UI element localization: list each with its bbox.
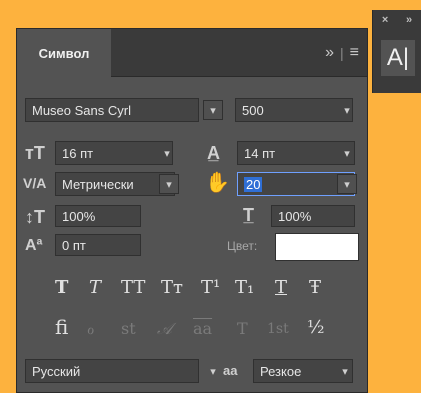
panel-title-icons: » | ≡ [325, 44, 359, 62]
chevron-down-icon[interactable]: ▾ [203, 100, 223, 120]
collapse-icon[interactable]: » [325, 44, 334, 62]
close-icon[interactable]: × [382, 14, 388, 26]
strikethrough-button[interactable]: Ŧ [309, 277, 321, 298]
kerning-dropdown[interactable]: Метрически [55, 172, 175, 196]
faux-italic-button[interactable]: T [89, 277, 101, 298]
text-color-swatch[interactable] [275, 233, 359, 261]
faux-bold-button[interactable]: T [55, 277, 68, 298]
vertical-scale-value: 100% [62, 208, 96, 224]
ligatures-button[interactable]: ﬁ [55, 315, 68, 339]
expand-icon[interactable]: » [406, 14, 412, 26]
chevron-down-icon[interactable]: ▾ [203, 361, 223, 381]
titling-alternates-button[interactable]: T [237, 319, 248, 338]
baseline-shift-icon: Aª [25, 237, 43, 254]
chevron-down-icon[interactable]: ▾ [337, 100, 357, 120]
kerning-value: Метрически [62, 176, 134, 192]
separator: | [340, 45, 344, 61]
color-label: Цвет: [227, 239, 258, 253]
chevron-down-icon[interactable]: ▾ [335, 361, 355, 381]
panel-menu-icon[interactable]: ≡ [350, 44, 359, 62]
collapsed-tools-bar: × » A| [372, 10, 421, 93]
chevron-down-icon[interactable]: ▾ [337, 174, 357, 194]
panel-titlebar: Символ » | ≡ [17, 29, 367, 77]
subscript-button[interactable]: T₁ [235, 277, 254, 298]
ordinals-button[interactable]: 1st [267, 321, 289, 337]
character-panel: Символ » | ≡ Museo Sans Cyrl ▾ 500 ▾ ᴛT … [16, 28, 368, 393]
vertical-scale-field[interactable]: 100% [55, 205, 141, 227]
superscript-button[interactable]: T¹ [201, 277, 220, 298]
horizontal-scale-icon: T̲ [243, 205, 254, 225]
font-size-value: 16 пт [62, 145, 94, 161]
discretionary-ligatures-button[interactable]: ℴ [87, 319, 94, 338]
chevron-down-icon[interactable]: ▾ [157, 143, 177, 163]
fractions-button[interactable]: ½ [307, 317, 324, 338]
contextual-alternates-button[interactable]: st [121, 319, 136, 338]
language-value: Русский [32, 363, 81, 379]
underline-button[interactable]: T [275, 277, 287, 298]
all-caps-button[interactable]: TT [121, 277, 145, 298]
tracking-value: 20 [244, 176, 263, 192]
leading-value: 14 пт [244, 145, 276, 161]
antialias-icon: aa [223, 363, 238, 378]
font-size-field[interactable]: 16 пт [55, 141, 173, 165]
horizontal-scale-field[interactable]: 100% [271, 205, 355, 227]
language-dropdown[interactable]: Русский [25, 359, 199, 383]
font-family-value: Museo Sans Cyrl [32, 102, 131, 118]
vertical-scale-icon: ↕T [25, 207, 45, 227]
chevron-down-icon[interactable]: ▾ [337, 143, 357, 163]
horizontal-scale-value: 100% [278, 208, 312, 224]
font-family-dropdown[interactable]: Museo Sans Cyrl [25, 98, 199, 122]
baseline-shift-field[interactable]: 0 пт [55, 234, 141, 256]
antialias-value: Резкое [260, 363, 302, 379]
tab-character[interactable]: Символ [17, 29, 111, 77]
leading-icon: A̲ [207, 143, 220, 163]
character-panel-button[interactable]: A| [381, 40, 415, 76]
chevron-down-icon[interactable]: ▾ [159, 174, 179, 194]
swash-button[interactable]: 𝒜 [157, 319, 172, 339]
font-weight-dropdown[interactable]: 500 [235, 98, 353, 122]
baseline-shift-value: 0 пт [62, 237, 86, 253]
type-tool-icon: A| [386, 44, 410, 71]
stylistic-alternates-button[interactable]: aa [193, 319, 212, 338]
kerning-icon: V/A [23, 175, 47, 191]
small-caps-button[interactable]: Tт [161, 277, 183, 298]
font-weight-value: 500 [242, 102, 264, 118]
toolbar-header: × » [373, 10, 421, 30]
tracking-icon: ✋ [205, 172, 230, 194]
font-size-icon: ᴛT [25, 143, 45, 163]
tab-character-label: Символ [38, 45, 90, 61]
